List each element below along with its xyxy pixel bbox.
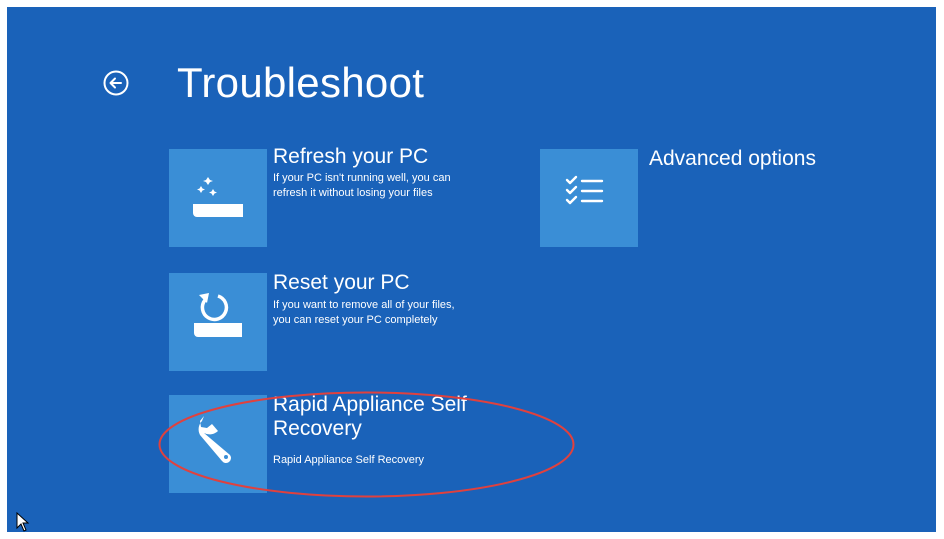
option-title: Advanced options — [649, 147, 816, 170]
option-description: If you want to remove all of your files,… — [273, 299, 455, 326]
option-title: Refresh your PC — [273, 145, 429, 168]
option-description: If your PC isn't running well, you can r… — [273, 172, 451, 199]
option-title: Reset your PC — [273, 271, 410, 294]
mouse-cursor-icon — [16, 512, 30, 532]
troubleshoot-screen: Troubleshoot Refresh your PC If your PC … — [7, 7, 936, 532]
back-arrow-icon[interactable] — [103, 70, 129, 96]
refresh-sparkle-icon[interactable] — [169, 149, 267, 247]
reset-cycle-icon[interactable] — [169, 273, 267, 371]
checklist-icon[interactable] — [540, 149, 638, 247]
highlight-ellipse — [158, 391, 575, 498]
page-title: Troubleshoot — [177, 59, 425, 106]
